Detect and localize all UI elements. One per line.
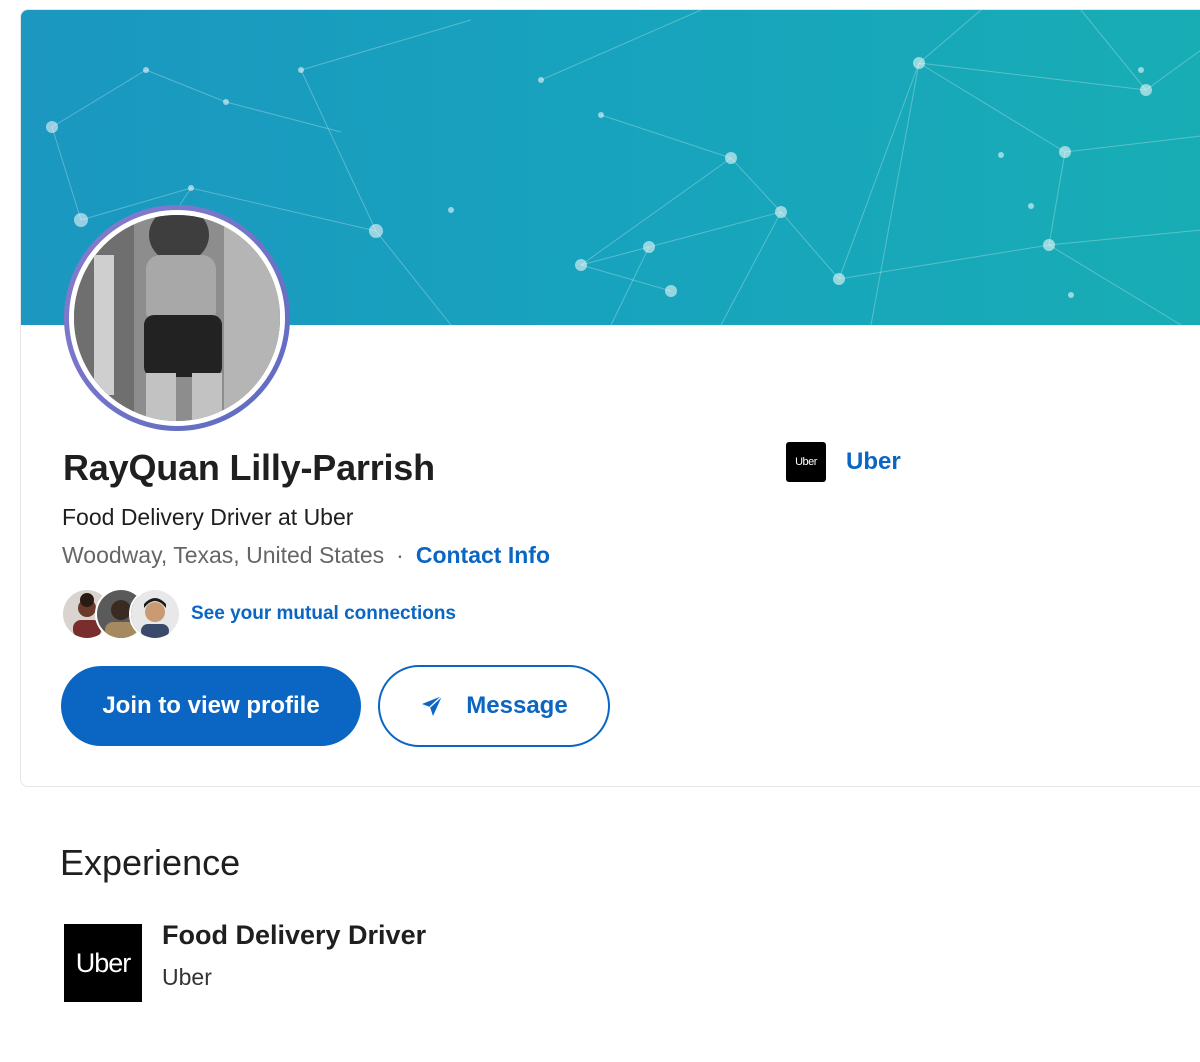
experience-role-title[interactable]: Food Delivery Driver <box>162 920 426 951</box>
profile-card: RayQuan Lilly-Parrish Food Delivery Driv… <box>20 9 1200 787</box>
profile-name: RayQuan Lilly-Parrish <box>63 447 435 488</box>
profile-photo-icon <box>74 215 280 421</box>
contact-info-link[interactable]: Contact Info <box>416 542 550 569</box>
send-icon <box>422 695 443 716</box>
join-to-view-profile-button[interactable]: Join to view profile <box>61 666 361 746</box>
mutual-connections-link[interactable]: See your mutual connections <box>191 603 456 625</box>
person-avatar-icon <box>129 588 181 640</box>
profile-location: Woodway, Texas, United States <box>62 542 385 568</box>
current-company-name: Uber <box>846 448 901 475</box>
mutual-connections-row[interactable]: See your mutual connections <box>61 588 456 640</box>
current-company[interactable]: Uber Uber <box>786 442 901 482</box>
message-button[interactable]: Message <box>378 665 610 747</box>
experience-company-name[interactable]: Uber <box>162 964 212 991</box>
profile-avatar[interactable] <box>64 205 290 431</box>
profile-location-row: Woodway, Texas, United States · Contact … <box>62 542 550 569</box>
uber-logo-icon: Uber <box>786 442 826 482</box>
message-button-label: Message <box>466 692 568 719</box>
experience-section-title: Experience <box>60 842 241 883</box>
profile-page: RayQuan Lilly-Parrish Food Delivery Driv… <box>0 0 1200 1062</box>
uber-logo-icon[interactable]: Uber <box>64 924 142 1002</box>
avatar-border <box>69 210 285 426</box>
separator-dot: · <box>396 542 404 568</box>
mutual-faces <box>61 588 181 640</box>
profile-headline: Food Delivery Driver at Uber <box>62 504 354 530</box>
